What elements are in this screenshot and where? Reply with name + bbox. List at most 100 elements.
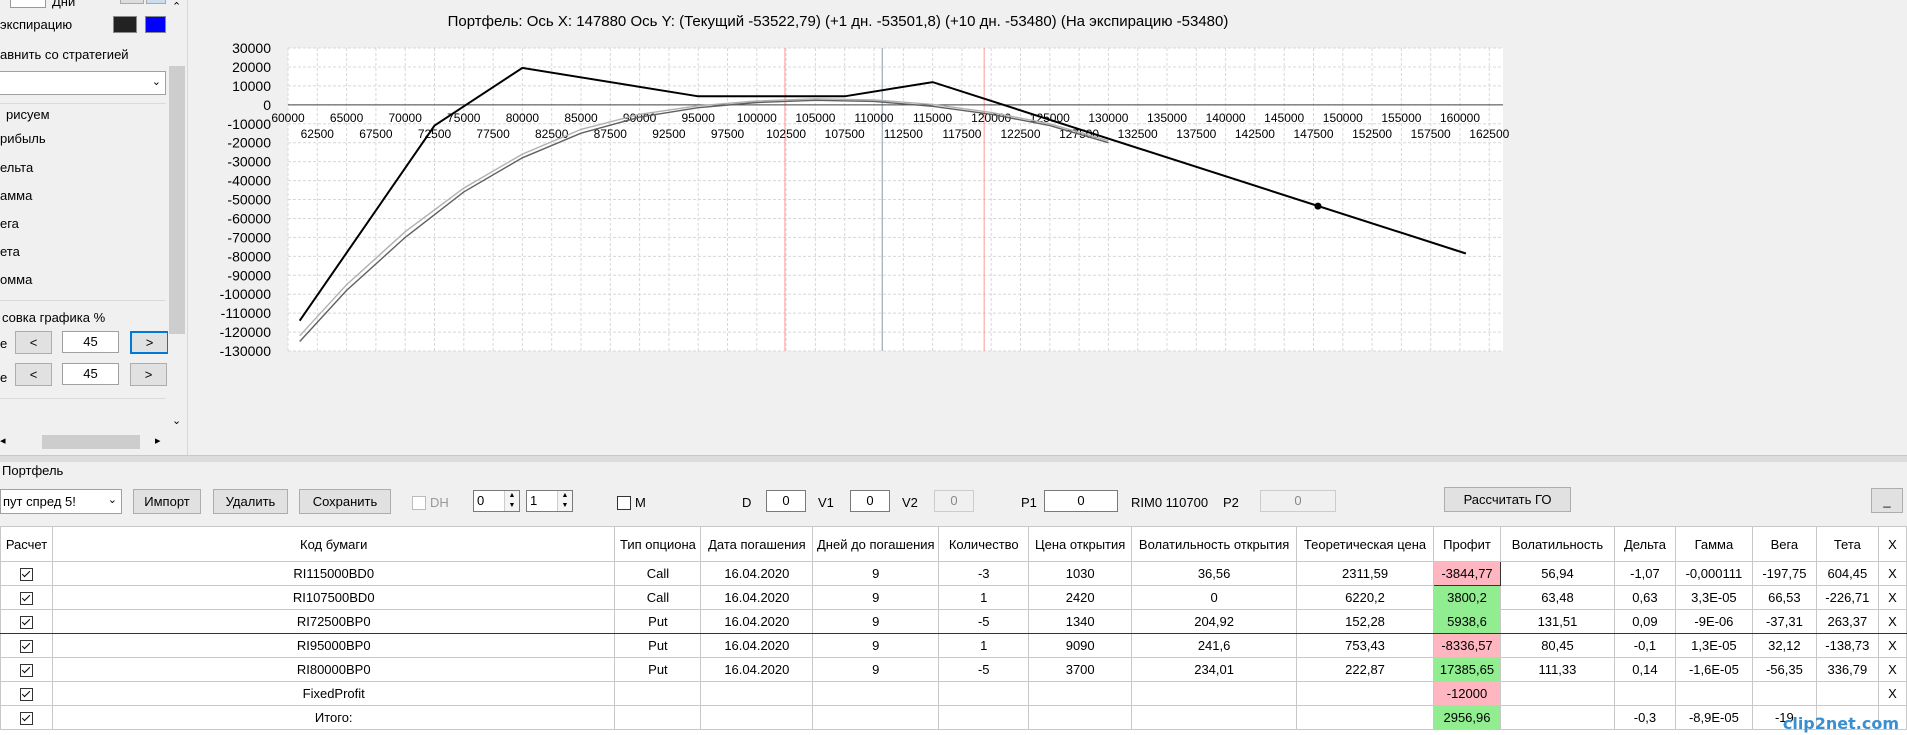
cell-theo: [1296, 705, 1434, 730]
calculate-margin-button[interactable]: Рассчитать ГО: [1444, 487, 1571, 512]
x-tick-label-top: 60000: [271, 111, 305, 125]
checkmark-icon[interactable]: [19, 592, 33, 606]
checkmark-icon[interactable]: [19, 568, 33, 582]
color-swatch-light[interactable]: [146, 0, 166, 4]
scroll-left-icon[interactable]: ◂: [0, 434, 6, 447]
scale-row2-decrease-button[interactable]: <: [15, 363, 52, 386]
scroll-right-icon[interactable]: ▸: [155, 434, 161, 447]
delete-row-button[interactable]: X: [1877, 657, 1907, 682]
table-row[interactable]: Итого: 2956,96 -0,3 -8,9E-05 -19: [0, 705, 1907, 730]
checkmark-icon[interactable]: [19, 640, 33, 654]
payoff-chart[interactable]: 3000020000100000-10000-20000-30000-40000…: [188, 0, 1907, 452]
column-header[interactable]: Гамма: [1674, 526, 1753, 562]
compare-strategy-select[interactable]: ⌄: [0, 71, 166, 95]
spin-value-1[interactable]: 0 ▲ ▼: [473, 490, 520, 512]
spin-value-2[interactable]: 1 ▲ ▼: [526, 490, 573, 512]
scroll-up-icon[interactable]: ⌃: [172, 0, 181, 13]
x-tick-label-bottom: 72500: [418, 127, 452, 141]
cell-date: 16.04.2020: [700, 633, 814, 658]
calc-checkbox[interactable]: [0, 657, 53, 682]
table-row[interactable]: RI107500BD0 Call 16.04.2020 9 1 2420 0 6220,2 38…: [0, 585, 1907, 610]
scroll-down-icon[interactable]: ⌄: [172, 414, 181, 427]
table-row[interactable]: RI72500BP0 Put 16.04.2020 9 -5 1340 204,92 152,…: [0, 609, 1907, 634]
column-header[interactable]: Цена открытия: [1028, 526, 1133, 562]
p1-input[interactable]: 0: [1044, 490, 1118, 512]
column-header[interactable]: Тета: [1815, 526, 1879, 562]
color-swatch-gray[interactable]: [120, 0, 144, 4]
column-header[interactable]: Тип опциона: [614, 526, 702, 562]
calc-checkbox[interactable]: [0, 705, 53, 730]
checkmark-icon[interactable]: [19, 712, 33, 726]
cell-profit: -3844,77: [1433, 561, 1501, 586]
column-header[interactable]: Профит: [1433, 526, 1501, 562]
calc-checkbox[interactable]: [0, 585, 53, 610]
column-header[interactable]: Волатильность: [1499, 526, 1615, 562]
dh-checkbox[interactable]: [412, 496, 426, 510]
option-vega[interactable]: ега: [0, 216, 19, 231]
p2-input[interactable]: 0: [1260, 490, 1336, 512]
panel-splitter[interactable]: [0, 455, 1907, 462]
option-theta[interactable]: ета: [0, 244, 20, 259]
column-header[interactable]: Теоретическая цена: [1296, 526, 1434, 562]
expiration-color-dark[interactable]: [113, 16, 137, 33]
save-button[interactable]: Сохранить: [299, 489, 391, 514]
spinner-arrows-icon[interactable]: ▲ ▼: [557, 491, 572, 511]
option-profit[interactable]: рибыль: [0, 131, 46, 146]
column-header[interactable]: Дата погашения: [700, 526, 814, 562]
delete-row-button[interactable]: X: [1877, 609, 1907, 634]
v1-input[interactable]: 0: [850, 490, 890, 512]
checkmark-icon[interactable]: [19, 616, 33, 630]
table-row[interactable]: FixedProfit -12000 X: [0, 681, 1907, 706]
d-input[interactable]: 0: [766, 490, 806, 512]
column-header[interactable]: X: [1877, 526, 1907, 562]
v2-input[interactable]: 0: [934, 490, 974, 512]
calc-checkbox[interactable]: [0, 633, 53, 658]
checkmark-icon[interactable]: [19, 688, 33, 702]
delete-button[interactable]: Удалить: [213, 489, 288, 514]
cell-delta: -0,1: [1613, 633, 1676, 658]
calc-checkbox[interactable]: [0, 561, 53, 586]
column-header[interactable]: Количество: [938, 526, 1030, 562]
left-settings-panel: Дни экспирацию авнить со стратегией ⌄ ри…: [0, 0, 188, 455]
column-header[interactable]: Дней до погашения: [812, 526, 940, 562]
y-tick-label: -120000: [220, 324, 272, 340]
y-tick-label: -100000: [220, 286, 272, 302]
column-header[interactable]: Вега: [1751, 526, 1817, 562]
table-row[interactable]: RI80000BP0 Put 16.04.2020 9 -5 3700 234,01 222,…: [0, 657, 1907, 682]
expiration-color-blue[interactable]: [145, 16, 166, 33]
column-header[interactable]: Дельта: [1613, 526, 1676, 562]
column-header[interactable]: Расчет: [0, 526, 53, 562]
m-checkbox[interactable]: [617, 496, 631, 510]
scale-row1-decrease-button[interactable]: <: [15, 331, 52, 354]
scale-row2-value[interactable]: 45: [62, 363, 119, 385]
scrollbar-thumb[interactable]: [42, 435, 140, 449]
option-vomma[interactable]: омма: [0, 272, 32, 287]
calc-checkbox[interactable]: [0, 681, 53, 706]
column-header[interactable]: Волатильность открытия: [1131, 526, 1298, 562]
strategy-select[interactable]: пут спред 5! ⌄: [0, 489, 122, 514]
left-panel-horizontal-scrollbar[interactable]: ◂ ▸: [0, 433, 168, 451]
divider: [0, 398, 166, 399]
minimize-button[interactable]: _: [1871, 488, 1903, 513]
import-button[interactable]: Импорт: [133, 489, 201, 514]
v1-label: V1: [818, 495, 834, 510]
table-row[interactable]: RI95000BP0 Put 16.04.2020 9 1 9090 241,6 753,43…: [0, 633, 1907, 658]
delete-row-button[interactable]: X: [1877, 681, 1907, 706]
scale-row1-value[interactable]: 45: [62, 331, 119, 353]
left-panel-vertical-scrollbar[interactable]: ⌃ ⌄: [168, 0, 186, 432]
scrollbar-thumb[interactable]: [169, 66, 185, 334]
delete-row-button[interactable]: X: [1877, 585, 1907, 610]
days-input[interactable]: [10, 0, 46, 8]
delete-row-button[interactable]: X: [1877, 561, 1907, 586]
option-gamma[interactable]: амма: [0, 188, 32, 203]
cell-qty: 1: [938, 633, 1030, 658]
scale-row1-increase-button[interactable]: >: [130, 331, 169, 354]
calc-checkbox[interactable]: [0, 609, 53, 634]
delete-row-button[interactable]: X: [1877, 633, 1907, 658]
option-delta[interactable]: ельта: [0, 160, 33, 175]
checkmark-icon[interactable]: [19, 664, 33, 678]
table-row[interactable]: RI115000BD0 Call 16.04.2020 9 -3 1030 36,56 231…: [0, 561, 1907, 586]
scale-row2-increase-button[interactable]: >: [130, 363, 167, 386]
spinner-arrows-icon[interactable]: ▲ ▼: [504, 491, 519, 511]
column-header[interactable]: Код бумаги: [51, 526, 616, 562]
